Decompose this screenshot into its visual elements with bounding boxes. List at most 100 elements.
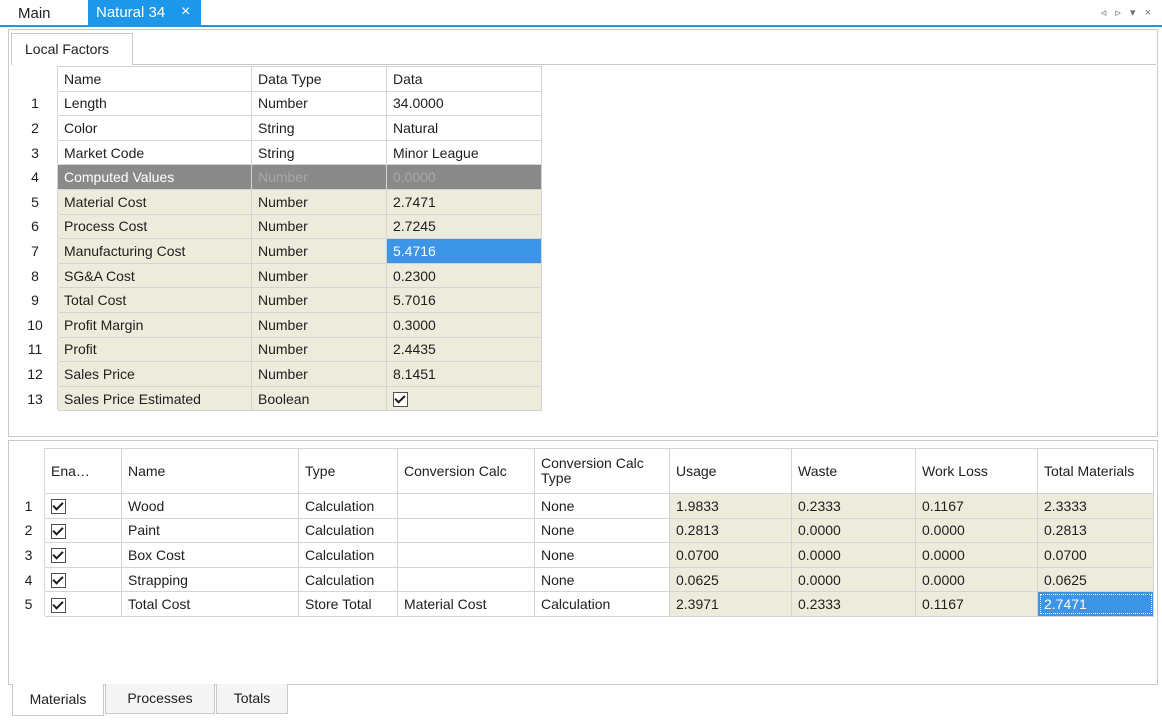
material-usage[interactable]: 1.9833 xyxy=(669,493,792,519)
table-row[interactable]: 12 Sales Price Number 8.1451 xyxy=(12,361,542,387)
column-header-total-materials[interactable]: Total Materials xyxy=(1037,448,1154,494)
factor-value[interactable]: 0.3000 xyxy=(386,311,542,338)
material-conversion-calc[interactable] xyxy=(397,517,535,544)
column-header-usage[interactable]: Usage xyxy=(669,448,792,494)
factor-type[interactable]: Number xyxy=(251,361,387,387)
material-waste[interactable]: 0.0000 xyxy=(791,542,916,568)
factor-value[interactable]: 34.0000 xyxy=(386,90,542,117)
factor-type[interactable]: Number xyxy=(251,287,387,313)
material-work-loss[interactable]: 0.1167 xyxy=(915,591,1038,617)
material-conversion-calc-type[interactable]: None xyxy=(534,542,670,568)
material-usage[interactable]: 2.3971 xyxy=(669,591,792,617)
close-icon[interactable]: × xyxy=(181,3,190,21)
factor-value[interactable]: Natural xyxy=(386,115,542,141)
material-waste[interactable]: 0.2333 xyxy=(791,591,916,617)
checkbox-checked-icon[interactable] xyxy=(51,499,66,515)
table-row[interactable]: 1 Length Number 34.0000 xyxy=(12,90,542,117)
column-header-type[interactable]: Type xyxy=(298,448,398,494)
material-work-loss[interactable]: 0.1167 xyxy=(915,493,1038,519)
table-row[interactable]: 3 Box Cost Calculation None 0.0700 0.000… xyxy=(12,542,1154,568)
factor-type[interactable]: Number xyxy=(251,90,387,117)
checkbox-checked-icon[interactable] xyxy=(51,523,66,539)
material-conversion-calc[interactable] xyxy=(397,493,535,519)
table-row[interactable]: 6 Process Cost Number 2.7245 xyxy=(12,213,542,240)
tab-materials[interactable]: Materials xyxy=(12,684,104,716)
material-waste[interactable]: 0.0000 xyxy=(791,517,916,544)
column-header-waste[interactable]: Waste xyxy=(791,448,916,494)
factor-name[interactable]: Total Cost xyxy=(57,287,252,313)
tab-processes[interactable]: Processes xyxy=(105,684,215,714)
factor-type[interactable]: Number xyxy=(251,164,387,190)
factor-type[interactable]: Number xyxy=(251,188,387,215)
column-header-conversion-calc-type[interactable]: Conversion Calc Type xyxy=(534,448,670,494)
material-total-selected[interactable]: 2.7471 xyxy=(1037,591,1154,617)
material-total[interactable]: 0.0625 xyxy=(1037,566,1154,593)
table-row[interactable]: 2 Paint Calculation None 0.2813 0.0000 0… xyxy=(12,517,1154,544)
factor-type[interactable]: String xyxy=(251,115,387,141)
factor-name[interactable]: Color xyxy=(57,115,252,141)
material-work-loss[interactable]: 0.0000 xyxy=(915,542,1038,568)
checkbox-checked-icon[interactable] xyxy=(51,597,66,613)
enabled-checkbox-cell[interactable] xyxy=(44,542,122,568)
column-header-enabled[interactable]: Ena… xyxy=(44,448,122,494)
column-header-conversion-calc[interactable]: Conversion Calc xyxy=(397,448,535,494)
factor-value[interactable]: 8.1451 xyxy=(386,361,542,387)
material-work-loss[interactable]: 0.0000 xyxy=(915,566,1038,593)
table-row[interactable]: 4 Strapping Calculation None 0.0625 0.00… xyxy=(12,566,1154,593)
factor-type[interactable]: Number xyxy=(251,262,387,289)
material-type[interactable]: Calculation xyxy=(298,566,398,593)
close-window-icon[interactable]: × xyxy=(1145,7,1154,19)
material-total[interactable]: 0.2813 xyxy=(1037,517,1154,544)
factor-value[interactable]: 5.7016 xyxy=(386,287,542,313)
material-name[interactable]: Strapping xyxy=(121,566,299,593)
factor-name[interactable]: Profit Margin xyxy=(57,311,252,338)
material-total[interactable]: 2.3333 xyxy=(1037,493,1154,519)
factor-value-selected[interactable]: 5.4716 xyxy=(386,238,542,264)
group-row-computed-values[interactable]: 4 Computed Values Number 0.0000 xyxy=(12,164,542,190)
tab-totals[interactable]: Totals xyxy=(216,684,288,714)
factor-name[interactable]: Profit xyxy=(57,336,252,363)
table-row[interactable]: 8 SG&A Cost Number 0.2300 xyxy=(12,262,542,289)
material-usage[interactable]: 0.0700 xyxy=(669,542,792,568)
factor-name[interactable]: Sales Price xyxy=(57,361,252,387)
material-conversion-calc-type[interactable]: None xyxy=(534,566,670,593)
table-row[interactable]: 10 Profit Margin Number 0.3000 xyxy=(12,311,542,338)
factor-type[interactable]: Number xyxy=(251,238,387,264)
table-row[interactable]: 5 Total Cost Store Total Material Cost C… xyxy=(12,591,1154,617)
factor-type[interactable]: Number xyxy=(251,336,387,363)
factor-value[interactable]: 2.7471 xyxy=(386,188,542,215)
material-usage[interactable]: 0.2813 xyxy=(669,517,792,544)
dropdown-icon[interactable]: ▾ xyxy=(1130,7,1139,19)
factor-type[interactable]: Number xyxy=(251,311,387,338)
table-row[interactable]: 5 Material Cost Number 2.7471 xyxy=(12,188,542,215)
column-header-data-type[interactable]: Data Type xyxy=(251,66,387,92)
tab-local-factors[interactable]: Local Factors xyxy=(11,33,133,65)
material-conversion-calc-type[interactable]: Calculation xyxy=(534,591,670,617)
material-conversion-calc-type[interactable]: None xyxy=(534,493,670,519)
factor-name[interactable]: Computed Values xyxy=(57,164,252,190)
checkbox-checked-icon[interactable] xyxy=(51,548,66,564)
factor-value[interactable]: 2.7245 xyxy=(386,213,542,240)
material-name[interactable]: Total Cost xyxy=(121,591,299,617)
checkbox-checked-icon[interactable] xyxy=(51,572,66,588)
factor-name[interactable]: Material Cost xyxy=(57,188,252,215)
material-usage[interactable]: 0.0625 xyxy=(669,566,792,593)
material-total[interactable]: 0.0700 xyxy=(1037,542,1154,568)
material-work-loss[interactable]: 0.0000 xyxy=(915,517,1038,544)
factor-value[interactable]: 2.4435 xyxy=(386,336,542,363)
factor-value[interactable]: Minor League xyxy=(386,139,542,166)
table-row[interactable]: 11 Profit Number 2.4435 xyxy=(12,336,542,363)
material-type[interactable]: Calculation xyxy=(298,493,398,519)
factor-value-checkbox-cell[interactable] xyxy=(386,385,542,412)
enabled-checkbox-cell[interactable] xyxy=(44,493,122,519)
material-waste[interactable]: 0.0000 xyxy=(791,566,916,593)
column-header-name[interactable]: Name xyxy=(57,66,252,92)
column-header-data[interactable]: Data xyxy=(386,66,542,92)
table-row[interactable]: 13 Sales Price Estimated Boolean xyxy=(12,385,542,412)
material-conversion-calc[interactable] xyxy=(397,566,535,593)
factor-name[interactable]: Sales Price Estimated xyxy=(57,385,252,412)
factor-type[interactable]: Boolean xyxy=(251,385,387,412)
material-type[interactable]: Calculation xyxy=(298,517,398,544)
factor-name[interactable]: SG&A Cost xyxy=(57,262,252,289)
material-name[interactable]: Box Cost xyxy=(121,542,299,568)
